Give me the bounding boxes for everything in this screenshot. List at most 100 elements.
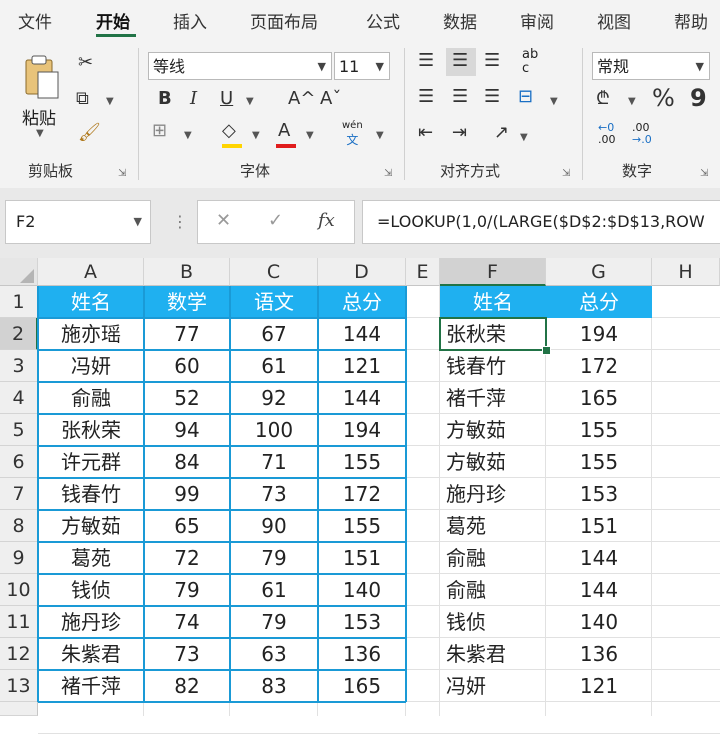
result-header-cell[interactable]: 姓名 — [440, 286, 546, 318]
cut-icon[interactable]: ✂ — [78, 54, 93, 72]
result-name-cell[interactable]: 俞融 — [440, 574, 546, 606]
table-header-cell[interactable]: 总分 — [318, 286, 406, 318]
decrease-indent-icon[interactable]: ⇤ — [418, 124, 433, 142]
shrink-font-button[interactable]: Aˇ — [320, 90, 341, 108]
table-cell[interactable]: 67 — [230, 318, 318, 350]
table-cell[interactable]: 90 — [230, 510, 318, 542]
column-header-f[interactable]: F — [440, 258, 546, 286]
result-score-cell[interactable]: 165 — [546, 382, 652, 414]
copy-icon[interactable]: ⧉ — [76, 90, 89, 108]
table-cell[interactable]: 144 — [318, 382, 406, 414]
column-header-b[interactable]: B — [144, 258, 230, 286]
result-score-cell[interactable]: 172 — [546, 350, 652, 382]
row-header[interactable]: 11 — [0, 606, 38, 638]
cancel-icon[interactable]: ✕ — [216, 210, 231, 231]
chevron-down-icon[interactable]: ▼ — [252, 130, 260, 141]
align-right-icon[interactable]: ☰ — [484, 88, 500, 106]
table-cell[interactable]: 136 — [318, 638, 406, 670]
tab-home[interactable]: 开始 — [96, 8, 130, 33]
table-cell[interactable]: 155 — [318, 446, 406, 478]
table-cell[interactable]: 52 — [144, 382, 230, 414]
table-cell[interactable]: 72 — [144, 542, 230, 574]
column-header-d[interactable]: D — [318, 258, 406, 286]
table-cell[interactable]: 121 — [318, 350, 406, 382]
chevron-down-icon[interactable]: ▼ — [306, 130, 314, 141]
phonetic-guide-button[interactable]: wén 文 — [342, 120, 363, 148]
result-score-cell[interactable]: 194 — [546, 318, 652, 350]
dialog-launcher-icon[interactable]: ⇲ — [700, 168, 708, 179]
tab-page-layout[interactable]: 页面布局 — [250, 8, 318, 33]
name-box[interactable]: F2 ▼ — [5, 200, 151, 244]
result-name-cell[interactable]: 俞融 — [440, 542, 546, 574]
result-name-cell[interactable]: 冯妍 — [440, 670, 546, 702]
dialog-launcher-icon[interactable]: ⇲ — [384, 168, 392, 179]
chevron-down-icon[interactable]: ▼ — [628, 96, 636, 107]
result-score-cell[interactable]: 144 — [546, 574, 652, 606]
decrease-decimal-button[interactable]: .00 →.0 — [632, 122, 652, 146]
more-icon[interactable]: ⋮ — [172, 212, 188, 231]
column-header-a[interactable]: A — [38, 258, 144, 286]
table-cell[interactable]: 施丹珍 — [38, 606, 144, 638]
table-cell[interactable]: 61 — [230, 574, 318, 606]
bold-button[interactable]: B — [158, 90, 172, 108]
table-cell[interactable]: 74 — [144, 606, 230, 638]
result-name-cell[interactable]: 方敏茹 — [440, 414, 546, 446]
result-name-cell[interactable]: 钱春竹 — [440, 350, 546, 382]
table-header-cell[interactable]: 数学 — [144, 286, 230, 318]
table-cell[interactable]: 71 — [230, 446, 318, 478]
table-cell[interactable]: 79 — [144, 574, 230, 606]
table-cell[interactable]: 92 — [230, 382, 318, 414]
row-header[interactable]: 7 — [0, 478, 38, 510]
table-cell[interactable]: 冯妍 — [38, 350, 144, 382]
insert-function-icon[interactable]: fx — [318, 210, 335, 231]
result-score-cell[interactable]: 144 — [546, 542, 652, 574]
table-cell[interactable]: 84 — [144, 446, 230, 478]
table-cell[interactable]: 194 — [318, 414, 406, 446]
table-cell[interactable]: 葛苑 — [38, 542, 144, 574]
row-header[interactable]: 5 — [0, 414, 38, 446]
paste-button[interactable]: 粘贴 ▼ — [20, 52, 64, 140]
table-cell[interactable]: 许元群 — [38, 446, 144, 478]
font-name-select[interactable]: 等线 ▼ — [148, 52, 332, 80]
table-cell[interactable]: 褚千萍 — [38, 670, 144, 702]
table-cell[interactable]: 60 — [144, 350, 230, 382]
format-painter-icon[interactable]: 🖌 — [78, 124, 101, 142]
column-header-e[interactable]: E — [406, 258, 440, 286]
table-cell[interactable]: 83 — [230, 670, 318, 702]
row-header[interactable]: 3 — [0, 350, 38, 382]
table-cell[interactable]: 65 — [144, 510, 230, 542]
accounting-format-icon[interactable]: ₾ — [596, 90, 610, 108]
table-cell[interactable]: 94 — [144, 414, 230, 446]
result-name-cell[interactable]: 葛苑 — [440, 510, 546, 542]
italic-button[interactable]: I — [190, 90, 197, 108]
table-cell[interactable]: 79 — [230, 606, 318, 638]
fill-color-icon[interactable]: ◇ — [222, 122, 236, 140]
font-size-select[interactable]: 11 ▼ — [334, 52, 390, 80]
table-header-cell[interactable]: 语文 — [230, 286, 318, 318]
chevron-down-icon[interactable]: ▼ — [246, 96, 254, 107]
table-cell[interactable]: 张秋荣 — [38, 414, 144, 446]
result-score-cell[interactable]: 121 — [546, 670, 652, 702]
number-format-select[interactable]: 常规 ▼ — [592, 52, 710, 80]
table-cell[interactable]: 钱侦 — [38, 574, 144, 606]
tab-help[interactable]: 帮助 — [674, 8, 708, 33]
select-all-corner[interactable] — [0, 258, 38, 286]
table-cell[interactable]: 方敏茹 — [38, 510, 144, 542]
result-score-cell[interactable]: 136 — [546, 638, 652, 670]
tab-review[interactable]: 审阅 — [520, 8, 554, 33]
tab-data[interactable]: 数据 — [443, 8, 477, 33]
table-cell[interactable]: 100 — [230, 414, 318, 446]
table-cell[interactable]: 151 — [318, 542, 406, 574]
result-score-cell[interactable]: 153 — [546, 478, 652, 510]
row-header[interactable]: 9 — [0, 542, 38, 574]
table-cell[interactable]: 155 — [318, 510, 406, 542]
table-cell[interactable]: 172 — [318, 478, 406, 510]
row-header[interactable]: 6 — [0, 446, 38, 478]
table-cell[interactable]: 73 — [144, 638, 230, 670]
result-header-cell[interactable]: 总分 — [546, 286, 652, 318]
increase-decimal-button[interactable]: ←0 .00 — [598, 122, 616, 146]
align-left-icon[interactable]: ☰ — [418, 88, 434, 106]
table-cell[interactable]: 99 — [144, 478, 230, 510]
align-middle-button[interactable]: ☰ — [446, 48, 476, 76]
table-cell[interactable]: 144 — [318, 318, 406, 350]
